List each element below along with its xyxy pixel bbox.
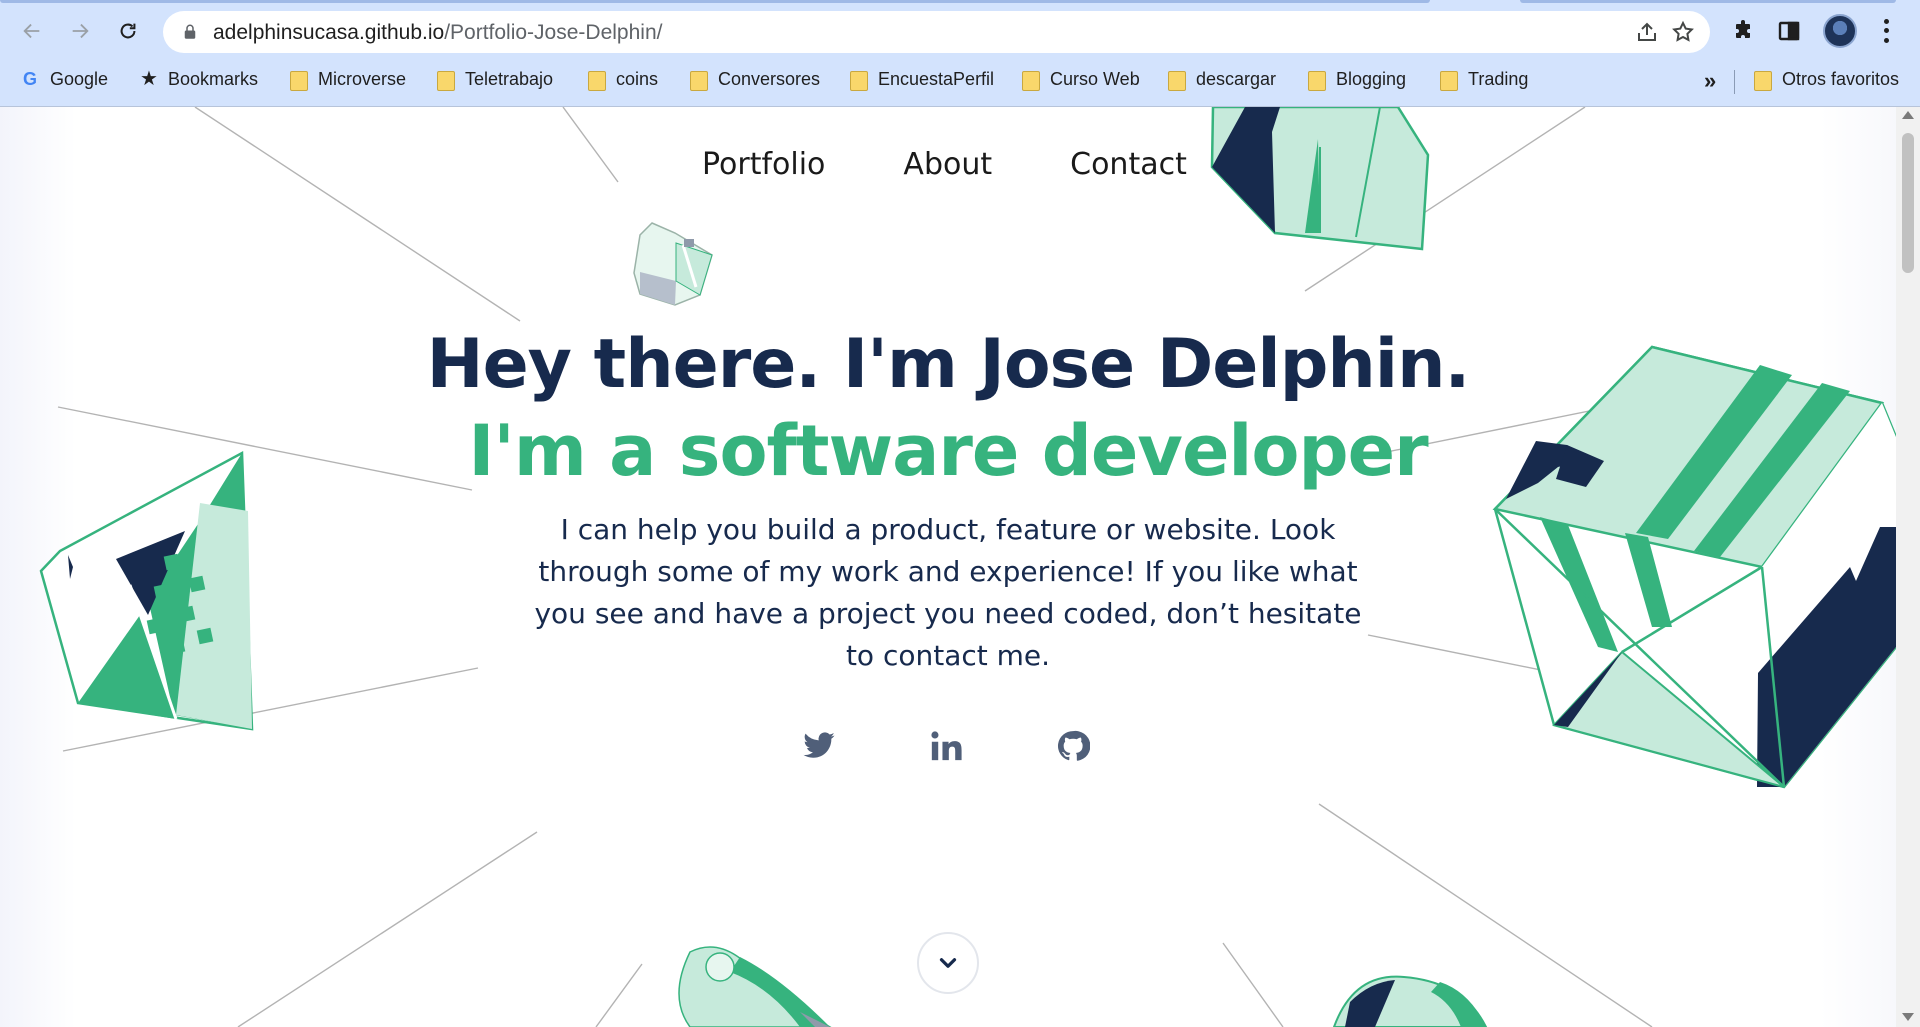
folder-icon (437, 69, 455, 91)
profile-avatar[interactable] (1823, 14, 1857, 48)
active-tab-indicator (0, 0, 1430, 3)
bookmark-folder-teletrabajo[interactable]: Teletrabajo (437, 64, 553, 94)
bookmark-label: Trading (1468, 68, 1529, 89)
bookmark-bookmarks[interactable]: ★ Bookmarks (140, 64, 258, 94)
bookmarks-overflow-button[interactable]: » (1704, 68, 1716, 94)
tab-indicator (1520, 0, 1896, 3)
hero-title: Hey there. I'm Jose Delphin. (426, 325, 1471, 404)
bookmarks-divider (1734, 70, 1735, 94)
folder-icon (1022, 69, 1040, 91)
decorative-shape-small-cube (633, 222, 713, 306)
decorative-shape-bottom-right-dome (1332, 975, 1488, 1027)
bookmark-label: Blogging (1336, 68, 1407, 89)
scroll-down-arrow[interactable] (1902, 1013, 1914, 1021)
bookmark-label: Microverse (318, 68, 407, 89)
bookmarks-bar: G Google ★ Bookmarks Microverse Teletrab… (0, 58, 1920, 98)
reload-icon[interactable] (110, 13, 146, 49)
bookmark-label: EncuestaPerfil (878, 68, 995, 89)
page-viewport: Portfolio About Contact Hey there. I'm J… (0, 107, 1896, 1027)
side-panel-icon[interactable] (1775, 17, 1803, 45)
bookmark-label: coins (616, 68, 659, 89)
decorative-shape-left (39, 450, 254, 731)
nav-contact[interactable]: Contact (1070, 147, 1187, 182)
url-host: adelphinsucasa.github.io (213, 21, 445, 44)
bookmark-folder-microverse[interactable]: Microverse (290, 64, 406, 94)
bookmark-folder-encuestaperfil[interactable]: EncuestaPerfil (850, 64, 994, 94)
site-nav: Portfolio About Contact (702, 147, 1187, 182)
folder-icon (588, 69, 606, 91)
url-path: /Portfolio-Jose-Delphin/ (444, 21, 663, 44)
lock-icon (184, 24, 196, 39)
browser-chrome: adelphinsucasa.github.io/Portfolio-Jose-… (0, 0, 1920, 107)
chevron-down-icon (939, 958, 957, 968)
google-icon: G (22, 68, 37, 89)
bookmark-folder-descargar[interactable]: descargar (1168, 64, 1276, 94)
star-icon: ★ (140, 68, 158, 90)
scroll-up-arrow[interactable] (1902, 111, 1914, 119)
menu-icon[interactable] (1880, 17, 1892, 45)
bookmark-folder-otros-favoritos[interactable]: Otros favoritos (1754, 64, 1899, 94)
folder-icon (1754, 69, 1772, 91)
scrollbar-thumb[interactable] (1902, 133, 1914, 273)
folder-icon (690, 69, 708, 91)
nav-portfolio[interactable]: Portfolio (702, 147, 825, 182)
bookmark-folder-curso-web[interactable]: Curso Web (1022, 64, 1140, 94)
extensions-icon[interactable] (1729, 17, 1757, 45)
bookmark-folder-blogging[interactable]: Blogging (1308, 64, 1406, 94)
folder-icon (290, 69, 308, 91)
bookmark-label: Bookmarks (167, 68, 258, 89)
bookmark-label: Teletrabajo (465, 68, 554, 89)
bookmark-folder-trading[interactable]: Trading (1440, 64, 1528, 94)
bookmark-folder-conversores[interactable]: Conversores (690, 64, 820, 94)
bookmark-google[interactable]: G Google (20, 64, 108, 94)
folder-icon (1168, 69, 1186, 91)
folder-icon (1440, 69, 1458, 91)
bookmark-label: Google (50, 68, 109, 89)
bookmark-label: Curso Web (1050, 68, 1140, 89)
folder-icon (850, 69, 868, 91)
bookmark-star-icon[interactable] (1671, 20, 1695, 44)
nav-about[interactable]: About (903, 147, 992, 182)
browser-toolbar: adelphinsucasa.github.io/Portfolio-Jose-… (0, 7, 1920, 53)
scroll-down-button[interactable] (917, 932, 979, 994)
forward-icon[interactable] (62, 13, 98, 49)
social-links (800, 727, 1100, 767)
bookmark-folder-coins[interactable]: coins (588, 64, 658, 94)
hero-subtitle: I'm a software developer (468, 410, 1428, 492)
share-icon[interactable] (1635, 20, 1659, 44)
hero-description: I can help you build a product, feature … (534, 513, 1362, 672)
github-icon[interactable] (1054, 727, 1092, 765)
linkedin-icon[interactable] (927, 727, 965, 765)
url-text: adelphinsucasa.github.io/Portfolio-Jose-… (213, 21, 662, 45)
decorative-shape-top-right (1210, 107, 1430, 251)
bookmark-label: descargar (1196, 68, 1277, 89)
folder-icon (1308, 69, 1326, 91)
bookmark-label: Conversores (718, 68, 821, 89)
page-scrollbar[interactable] (1896, 107, 1920, 1027)
address-bar[interactable]: adelphinsucasa.github.io/Portfolio-Jose-… (163, 11, 1710, 53)
decorative-shape-bottom-cylinder (678, 946, 832, 1027)
bookmark-label: Otros favoritos (1782, 68, 1900, 89)
back-icon[interactable] (14, 13, 50, 49)
twitter-icon[interactable] (800, 727, 838, 765)
